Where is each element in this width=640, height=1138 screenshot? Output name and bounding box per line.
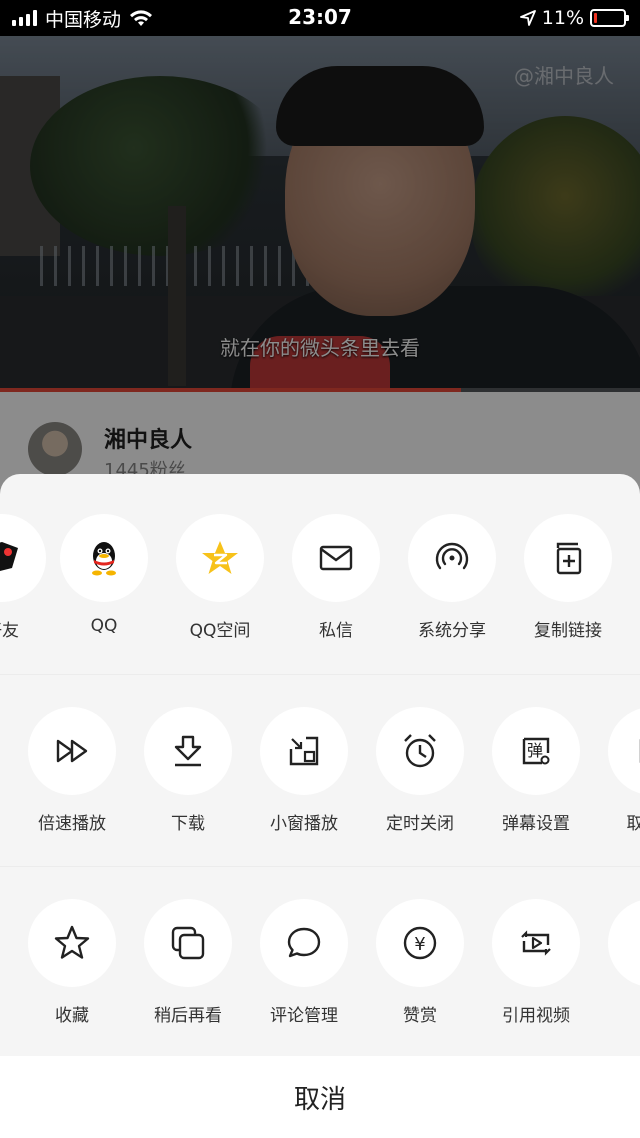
system-share-icon [435, 542, 469, 570]
quote-video-icon [521, 930, 551, 956]
playback-speed-button[interactable]: 倍速播放 [14, 707, 130, 834]
danmaku-settings-button[interactable]: 弹 弹幕设置 [478, 707, 594, 834]
share-qzone[interactable]: QQ空间 [162, 514, 278, 641]
yuan-icon: ¥ [403, 926, 437, 960]
location-arrow-icon [519, 10, 536, 26]
mail-icon [319, 545, 353, 571]
comment-icon [287, 927, 321, 958]
share-qq[interactable]: QQ [46, 514, 162, 636]
battery-icon [590, 9, 629, 27]
qzone-icon [202, 541, 238, 574]
share-targets-row: 好友 QQ QQ空间 [0, 474, 640, 664]
cancel-app-icon [639, 738, 640, 764]
sleep-timer-button[interactable]: 定时关闭 [362, 707, 478, 834]
share-copy-link[interactable]: 复制链接 [510, 514, 626, 641]
favorite-button[interactable]: 收藏 [14, 899, 130, 1026]
quote-video-button[interactable]: 引用视频 [478, 899, 594, 1026]
cancel-button[interactable]: 取消 [0, 1056, 640, 1138]
battery-percent: 11% [541, 7, 584, 29]
reward-button[interactable]: ¥ 赞赏 [362, 899, 478, 1026]
mini-window-icon [289, 736, 319, 766]
comment-manage-button[interactable]: 评论管理 [246, 899, 362, 1026]
share-system[interactable]: 系统分享 [394, 514, 510, 641]
share-sheet: 好友 QQ QQ空间 [0, 474, 640, 1138]
svg-text:¥: ¥ [414, 934, 425, 955]
alarm-clock-icon [404, 734, 436, 768]
copy-link-icon [556, 542, 582, 575]
fast-forward-icon [56, 739, 88, 763]
pin-top-button[interactable]: 顶 [594, 899, 640, 1026]
mini-window-button[interactable]: 小窗播放 [246, 707, 362, 834]
star-icon [54, 925, 90, 959]
video-actions-row: 收藏 稍后再看 评论管理 ¥ 赞赏 引用视频 [0, 866, 640, 1056]
watch-later-icon [171, 926, 205, 960]
qq-icon [92, 542, 116, 576]
download-button[interactable]: 下载 [130, 707, 246, 834]
svg-text:弹: 弹 [527, 741, 543, 760]
download-icon [174, 735, 202, 767]
top-icon [632, 923, 640, 963]
status-bar: 中国移动 23:07 11% [0, 0, 640, 36]
share-private-message[interactable]: 私信 [278, 514, 394, 641]
watch-later-button[interactable]: 稍后再看 [130, 899, 246, 1026]
playback-actions-row: 倍速播放 下载 小窗播放 定时关闭 弹 弹幕设置 取 [0, 674, 640, 864]
danmaku-settings-icon: 弹 [522, 737, 550, 765]
friend-icon [0, 542, 18, 571]
cancel-app-button[interactable]: 取消应 [594, 707, 640, 834]
